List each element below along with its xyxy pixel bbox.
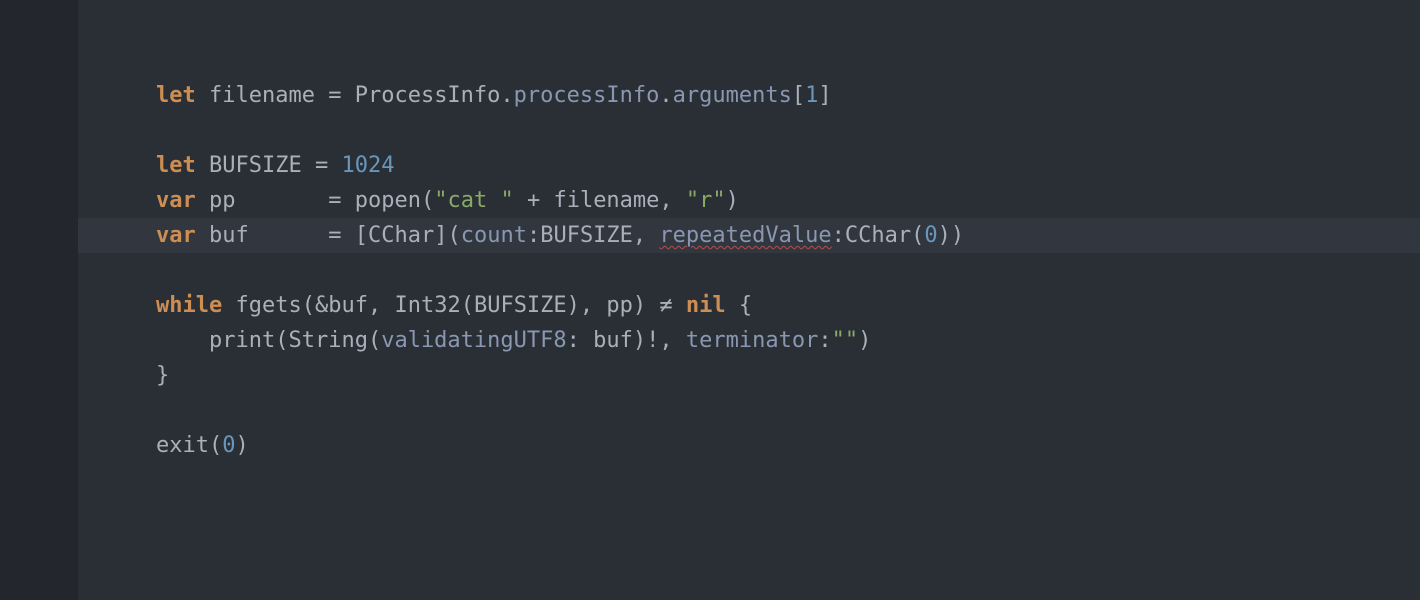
number-1: 1	[805, 83, 818, 108]
fn-exit: exit	[156, 433, 209, 458]
type-cchar: CChar	[368, 223, 434, 248]
keyword-while: while	[156, 293, 222, 318]
fn-print: print	[209, 328, 275, 353]
keyword-nil: nil	[686, 293, 726, 318]
prop-arguments: arguments	[673, 83, 792, 108]
prop-processinfo: processInfo	[514, 83, 660, 108]
keyword-var: var	[156, 188, 196, 213]
keyword-var: var	[156, 223, 196, 248]
label-validatingutf8: validatingUTF8	[381, 328, 566, 353]
number-0: 0	[924, 223, 937, 248]
ident-filename: filename	[209, 83, 315, 108]
fn-popen: popen	[355, 188, 421, 213]
gutter	[0, 0, 78, 600]
keyword-let: let	[156, 83, 196, 108]
code-area[interactable]: let filename = ProcessInfo.processInfo.a…	[78, 0, 1420, 600]
keyword-let: let	[156, 153, 196, 178]
label-repeatedvalue-error: repeatedValue	[659, 223, 831, 248]
op-neq: ≠	[646, 293, 686, 318]
type-string: String	[288, 328, 367, 353]
string-empty: ""	[832, 328, 859, 353]
ident-bufsize: BUFSIZE	[209, 153, 302, 178]
fn-fgets: fgets	[235, 293, 301, 318]
number-1024: 1024	[341, 153, 394, 178]
label-count: count	[461, 223, 527, 248]
ident-buf: buf	[209, 223, 249, 248]
ident-pp: pp	[209, 188, 236, 213]
number-0: 0	[222, 433, 235, 458]
code-content[interactable]: let filename = ProcessInfo.processInfo.a…	[78, 0, 1420, 463]
type-int32: Int32	[394, 293, 460, 318]
code-editor: let filename = ProcessInfo.processInfo.a…	[0, 0, 1420, 600]
string-r: "r"	[686, 188, 726, 213]
type-processinfo: ProcessInfo	[355, 83, 501, 108]
string-cat: "cat "	[434, 188, 513, 213]
label-terminator: terminator	[686, 328, 818, 353]
